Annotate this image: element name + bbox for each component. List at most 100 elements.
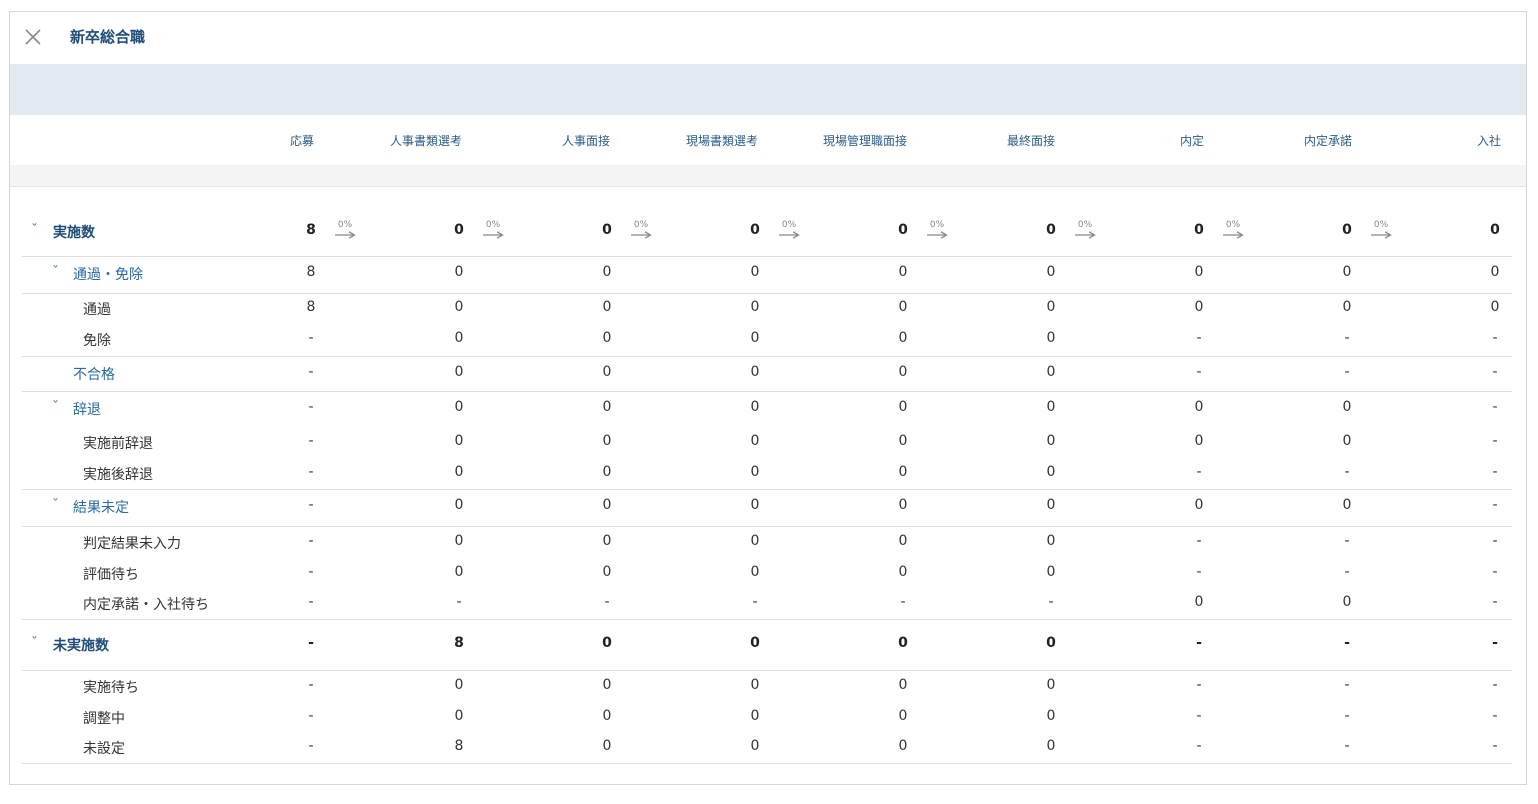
chevron-down-icon[interactable]: ˅: [31, 223, 38, 234]
table-cell: 0: [750, 299, 760, 315]
table-cell: -: [308, 330, 314, 346]
table-cell: 0: [1046, 635, 1056, 651]
arrow-right-icon: [927, 231, 948, 239]
table-cell: -: [1196, 330, 1202, 346]
row-label: 実施後辞退: [83, 467, 153, 483]
conversion-rate: 0%: [925, 221, 949, 239]
table-cell: 0: [454, 264, 464, 280]
table-cell: 0: [454, 533, 464, 549]
column-header: 入社: [1476, 134, 1502, 148]
column-header: 内定承諾: [1303, 134, 1353, 148]
table-cell: 0: [1342, 264, 1352, 280]
chevron-down-icon[interactable]: ˅: [31, 636, 38, 647]
chevron-down-icon[interactable]: ˅: [52, 265, 59, 276]
table-cell: -: [1492, 433, 1498, 449]
table-cell: 0: [898, 708, 908, 724]
table-cell: 0: [1194, 594, 1204, 610]
table-cell: 0: [454, 330, 464, 346]
table-cell: 0: [750, 533, 760, 549]
table-cell: -: [1492, 464, 1498, 480]
table-cell: 0: [898, 635, 908, 651]
table-cell: 0: [1046, 222, 1056, 238]
table-cell: 0: [1342, 399, 1352, 415]
column-header: 最終面接: [1006, 134, 1056, 148]
arrow-right-icon: [779, 231, 800, 239]
row-label[interactable]: 結果未定: [73, 497, 129, 517]
table-cell: 0: [1194, 222, 1204, 238]
row-label[interactable]: 不合格: [73, 364, 115, 384]
table-cell: 0: [1194, 433, 1204, 449]
row-label: 判定結果未入力: [83, 536, 181, 552]
row-label[interactable]: 通過・免除: [73, 264, 143, 284]
row-label: 通過: [83, 302, 111, 318]
table-cell: 8: [454, 635, 464, 651]
table-cell: -: [1196, 708, 1202, 724]
row-divider: [22, 293, 1512, 294]
row-label[interactable]: 実施数: [53, 222, 95, 242]
table-cell: 0: [454, 299, 464, 315]
table-cell: 0: [898, 399, 908, 415]
table-cell: 0: [750, 464, 760, 480]
table-cell: 0: [1046, 677, 1056, 693]
table-cell: 0: [602, 738, 612, 754]
funnel-panel: 新卒総合職 応募 人事書類選考 人事面接 現場書類選考 現場管理職面接 最終面接 内定 内定承…: [9, 11, 1527, 785]
table-cell: 0: [898, 330, 908, 346]
conversion-rate: 0%: [481, 221, 505, 239]
row-label: 実施待ち: [83, 680, 139, 696]
table-cell: -: [1492, 677, 1498, 693]
row-label: 評価待ち: [83, 567, 139, 583]
conversion-rate: 0%: [777, 221, 801, 239]
table-cell: 0: [602, 330, 612, 346]
table-cell: -: [1344, 330, 1350, 346]
table-cell: -: [308, 464, 314, 480]
table-cell: -: [1196, 635, 1202, 651]
row-label: 未設定: [83, 741, 125, 757]
table-cell: 0: [1046, 299, 1056, 315]
table-cell: 0: [898, 364, 908, 380]
row-divider: [22, 256, 1512, 257]
row-divider: [22, 526, 1512, 527]
table-cell: 0: [1046, 708, 1056, 724]
table-cell: -: [1196, 364, 1202, 380]
table-cell: 0: [1046, 564, 1056, 580]
table-cell: 0: [454, 399, 464, 415]
table-cell: -: [1492, 497, 1498, 513]
table-cell: -: [308, 364, 314, 380]
arrow-right-icon: [1075, 231, 1096, 239]
table-cell: 0: [1342, 594, 1352, 610]
table-cell: -: [1196, 464, 1202, 480]
conversion-rate-label: 0%: [485, 220, 501, 230]
table-cell: 0: [898, 497, 908, 513]
chevron-down-icon[interactable]: ˅: [52, 498, 59, 509]
table-cell: 0: [1342, 299, 1352, 315]
table-cell: -: [1492, 564, 1498, 580]
table-cell: 0: [454, 464, 464, 480]
arrow-right-icon: [1223, 231, 1244, 239]
table-cell: 0: [750, 364, 760, 380]
table-cell: -: [308, 677, 314, 693]
table-cell: -: [308, 594, 314, 610]
conversion-rate-label: 0%: [337, 220, 353, 230]
row-label[interactable]: 未実施数: [53, 635, 109, 655]
arrow-right-icon: [483, 231, 504, 239]
table-cell: 0: [602, 399, 612, 415]
table-cell: -: [1344, 677, 1350, 693]
table-cell: 0: [454, 708, 464, 724]
row-label[interactable]: 辞退: [73, 399, 101, 419]
close-icon[interactable]: [23, 27, 43, 47]
table-cell: -: [1492, 635, 1498, 651]
table-cell: -: [1492, 330, 1498, 346]
table-cell: -: [1492, 594, 1498, 610]
table-cell: 0: [1046, 364, 1056, 380]
table-cell: -: [1492, 533, 1498, 549]
chevron-down-icon[interactable]: ˅: [52, 400, 59, 411]
table-cell: -: [1344, 533, 1350, 549]
row-divider: [22, 619, 1512, 620]
table-cell: 0: [602, 464, 612, 480]
table-cell: 0: [750, 264, 760, 280]
table-cell: 0: [898, 464, 908, 480]
table-cell: 0: [454, 222, 464, 238]
table-cell: 0: [898, 677, 908, 693]
conversion-rate: 0%: [629, 221, 653, 239]
table-cell: -: [1492, 738, 1498, 754]
